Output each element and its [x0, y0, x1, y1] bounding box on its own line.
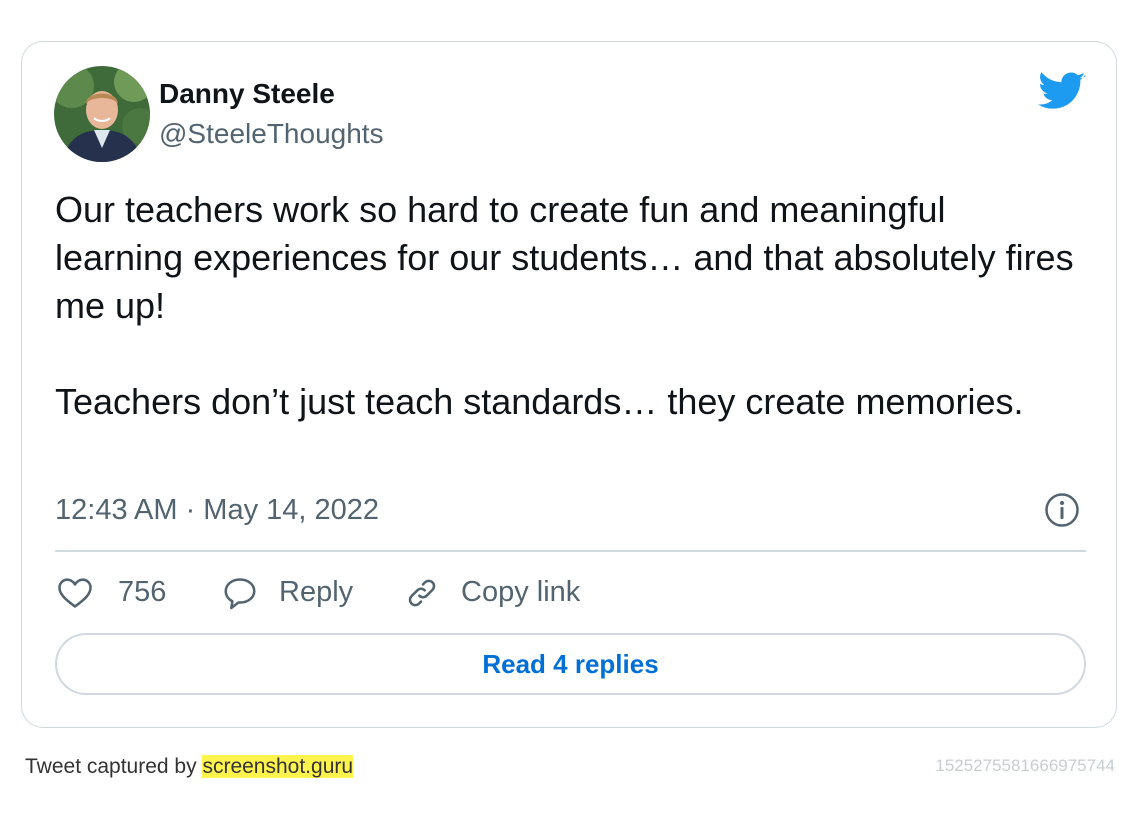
tweet-actions: 756 Reply Copy link [55, 572, 755, 612]
capture-site-link[interactable]: screenshot.guru [202, 755, 354, 778]
divider [55, 550, 1086, 552]
like-count: 756 [118, 576, 167, 608]
link-icon [408, 579, 436, 607]
tweet-timestamp[interactable]: 12:43 AM · May 14, 2022 [55, 492, 379, 528]
copy-link-label: Copy link [461, 576, 581, 608]
tweet-paragraph: Teachers don’t just teach standards… the… [55, 381, 1024, 422]
author-display-name[interactable]: Danny Steele [159, 78, 335, 110]
speech-bubble-icon [224, 578, 256, 610]
reply-button[interactable]: Reply [220, 572, 380, 612]
reply-label: Reply [279, 576, 354, 608]
read-replies-button[interactable]: Read 4 replies [55, 633, 1086, 695]
avatar[interactable] [54, 66, 150, 162]
capture-credit: Tweet captured by screenshot.guru [25, 754, 354, 780]
capture-credit-prefix: Tweet captured by [25, 755, 197, 778]
tweet-text: Our teachers work so hard to create fun … [55, 186, 1075, 426]
copy-link-button[interactable]: Copy link [402, 572, 622, 612]
tweet-id: 1525275581666975744 [935, 756, 1115, 775]
tweet-card: Danny Steele @SteeleThoughts Our teacher… [21, 41, 1117, 728]
tweet-paragraph: Our teachers work so hard to create fun … [55, 189, 1074, 326]
author-handle[interactable]: @SteeleThoughts [159, 118, 384, 150]
info-icon[interactable] [1044, 492, 1080, 528]
heart-icon [58, 578, 92, 608]
twitter-bird-icon[interactable] [1038, 72, 1086, 112]
avatar-photo [54, 66, 150, 162]
like-button[interactable]: 756 [55, 572, 195, 612]
